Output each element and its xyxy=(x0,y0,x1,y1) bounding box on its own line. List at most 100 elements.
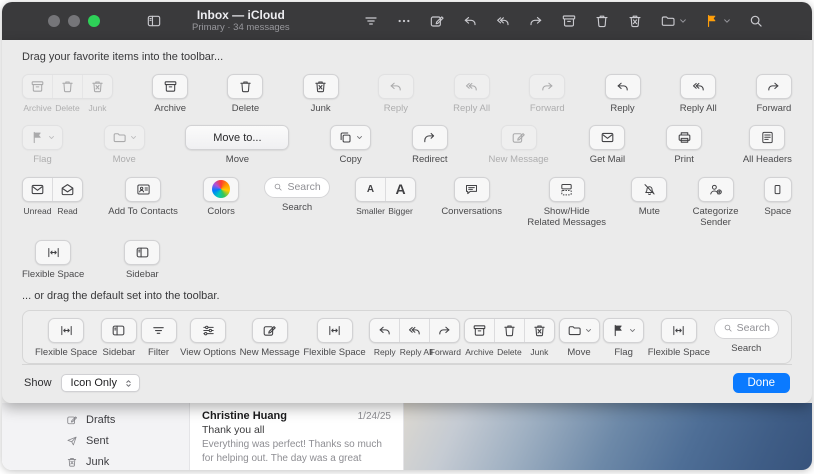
sidebar-item-drafts[interactable]: Drafts xyxy=(66,409,189,430)
archive-button[interactable] xyxy=(152,74,188,99)
default-item-flag[interactable]: Flag xyxy=(603,318,644,358)
flag-button[interactable] xyxy=(603,318,644,343)
palette-item-add-to-contacts[interactable]: Add To Contacts xyxy=(108,177,178,217)
default-item-new-message[interactable]: New Message xyxy=(240,318,300,358)
palette-item-space[interactable]: Space xyxy=(764,177,792,217)
done-button[interactable]: Done xyxy=(733,373,791,393)
search-button[interactable] xyxy=(748,13,764,29)
palette-item-get-mail[interactable]: Get Mail xyxy=(589,125,625,165)
sidebar-toggle-button[interactable] xyxy=(146,13,162,29)
palette-item-junk[interactable]: Junk xyxy=(303,74,339,114)
more-button[interactable] xyxy=(396,13,412,29)
reply-all-button[interactable] xyxy=(680,74,716,99)
palette-item-move-disabled: Move xyxy=(104,125,145,165)
sidebar-button[interactable] xyxy=(124,240,160,265)
default-toolbar-set[interactable]: Flexible Space Sidebar Filter View Optio… xyxy=(22,310,792,364)
filter-button[interactable] xyxy=(363,13,379,29)
reply-button[interactable] xyxy=(462,13,478,29)
flexible-space-button[interactable] xyxy=(35,240,71,265)
default-item-view-options[interactable]: View Options xyxy=(180,318,236,358)
item-label: Archive xyxy=(154,103,186,114)
sidebar-item-sent[interactable]: Sent xyxy=(66,430,189,451)
palette-item-related-messages[interactable]: Show/Hide Related Messages xyxy=(527,177,606,229)
default-group-archive-delete-junk[interactable]: ArchiveDeleteJunk xyxy=(464,318,555,357)
new-message-button[interactable] xyxy=(429,13,445,29)
filter-button[interactable] xyxy=(141,318,177,343)
text-size-group[interactable]: AA xyxy=(355,177,416,202)
palette-item-print[interactable]: Print xyxy=(666,125,702,165)
default-item-filter[interactable]: Filter xyxy=(141,318,177,358)
palette-item-redirect[interactable]: Redirect xyxy=(412,125,448,165)
junk-button[interactable] xyxy=(303,74,339,99)
palette-item-flag-disabled: Flag xyxy=(22,125,63,165)
palette-item-delete[interactable]: Delete xyxy=(227,74,263,114)
palette-item-all-headers[interactable]: All Headers xyxy=(743,125,792,165)
conversations-button[interactable] xyxy=(454,177,490,202)
palette-item-search[interactable]: SearchSearch xyxy=(264,177,329,213)
colors-button[interactable] xyxy=(203,177,239,202)
forward-button[interactable] xyxy=(756,74,792,99)
archive-delete-junk-group[interactable] xyxy=(464,318,555,343)
default-group-reply-replyall-forward[interactable]: ReplyReply AllForward xyxy=(369,318,460,357)
default-item-flexible-space[interactable]: Flexible Space xyxy=(648,318,710,358)
palette-item-reply[interactable]: Reply xyxy=(605,74,641,114)
related-messages-button[interactable] xyxy=(549,177,585,202)
delete-icon xyxy=(52,75,82,98)
palette-item-move-to[interactable]: Move to...Move xyxy=(185,125,289,165)
search-field[interactable]: Search xyxy=(714,318,779,339)
redirect-button[interactable] xyxy=(412,125,448,150)
palette-group-unread-read[interactable]: UnreadRead xyxy=(22,177,83,216)
categorize-sender-button[interactable] xyxy=(698,177,734,202)
palette-item-forward[interactable]: Forward xyxy=(756,74,792,114)
palette-item-flexible-space[interactable]: Flexible Space xyxy=(22,240,84,280)
junk-button[interactable] xyxy=(627,13,643,29)
archive-delete-junk-group xyxy=(22,74,113,99)
flag-menu-button[interactable] xyxy=(704,13,731,29)
minimize-button[interactable] xyxy=(68,15,80,27)
flexible-space-button[interactable] xyxy=(317,318,353,343)
default-item-move[interactable]: Move xyxy=(559,318,600,358)
copy-button[interactable] xyxy=(330,125,371,150)
view-options-button[interactable] xyxy=(190,318,226,343)
palette-item-categorize-sender[interactable]: Categorize Sender xyxy=(693,177,739,229)
close-button[interactable] xyxy=(48,15,60,27)
delete-button[interactable] xyxy=(594,13,610,29)
message-row[interactable]: Christine Huang1/24/25 Thank you all Eve… xyxy=(190,408,403,469)
reply-group[interactable] xyxy=(369,318,460,343)
get-mail-button[interactable] xyxy=(589,125,625,150)
move-menu-button[interactable] xyxy=(660,13,687,29)
sidebar-item-junk[interactable]: Junk xyxy=(66,451,189,470)
palette-item-reply-all[interactable]: Reply All xyxy=(680,74,717,114)
default-item-search[interactable]: SearchSearch xyxy=(714,318,779,354)
palette-item-archive[interactable]: Archive xyxy=(152,74,188,114)
palette-item-sidebar[interactable]: Sidebar xyxy=(124,240,160,280)
show-mode-select[interactable]: Icon Only xyxy=(61,374,140,392)
palette-item-colors[interactable]: Colors xyxy=(203,177,239,217)
space-button[interactable] xyxy=(764,177,792,202)
archive-button[interactable] xyxy=(561,13,577,29)
search-field[interactable]: Search xyxy=(264,177,329,198)
palette-item-mute[interactable]: Mute xyxy=(631,177,667,217)
unread-read-group[interactable] xyxy=(22,177,83,202)
default-item-flexible-space[interactable]: Flexible Space xyxy=(303,318,365,358)
forward-button[interactable] xyxy=(528,13,544,29)
zoom-button[interactable] xyxy=(88,15,100,27)
delete-button[interactable] xyxy=(227,74,263,99)
palette-item-copy[interactable]: Copy xyxy=(330,125,371,165)
print-button[interactable] xyxy=(666,125,702,150)
reply-all-button[interactable] xyxy=(495,13,511,29)
reply-button[interactable] xyxy=(605,74,641,99)
move-to-button[interactable]: Move to... xyxy=(185,125,289,150)
all-headers-button[interactable] xyxy=(749,125,785,150)
flexible-space-button[interactable] xyxy=(661,318,697,343)
default-item-sidebar[interactable]: Sidebar xyxy=(101,318,137,358)
flexible-space-button[interactable] xyxy=(48,318,84,343)
palette-group-smaller-bigger[interactable]: AA SmallerBigger xyxy=(355,177,416,216)
add-to-contacts-button[interactable] xyxy=(125,177,161,202)
new-message-button[interactable] xyxy=(252,318,288,343)
palette-item-conversations[interactable]: Conversations xyxy=(441,177,502,217)
mute-button[interactable] xyxy=(631,177,667,202)
default-item-flexible-space[interactable]: Flexible Space xyxy=(35,318,97,358)
move-button[interactable] xyxy=(559,318,600,343)
sidebar-button[interactable] xyxy=(101,318,137,343)
